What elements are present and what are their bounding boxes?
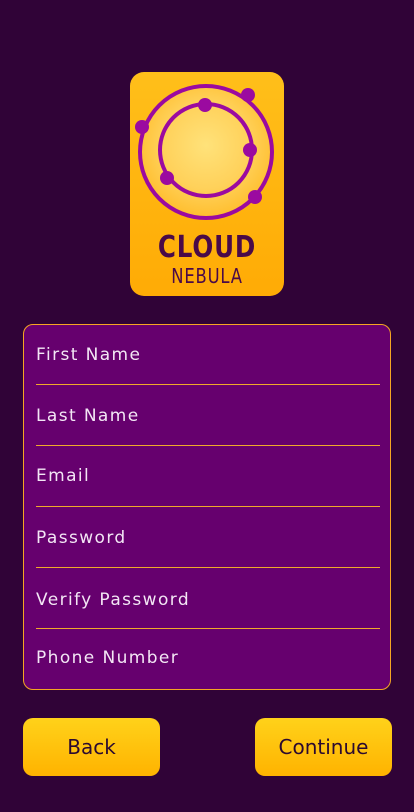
field-divider	[36, 567, 380, 568]
password-label: Password	[36, 528, 127, 548]
logo-text-nebula: NEBULA	[171, 264, 243, 288]
last-name-field[interactable]: Last Name	[36, 406, 380, 436]
field-divider	[36, 384, 380, 385]
password-field[interactable]: Password	[36, 528, 380, 558]
field-divider	[36, 445, 380, 446]
email-field[interactable]: Email	[36, 466, 380, 496]
last-name-label: Last Name	[36, 406, 140, 426]
back-button[interactable]: Back	[23, 718, 160, 776]
phone-number-label: Phone Number	[36, 648, 180, 668]
app-logo: CLOUD NEBULA	[130, 72, 284, 296]
first-name-label: First Name	[36, 345, 142, 365]
logo-text-cloud: CLOUD	[157, 230, 257, 265]
phone-number-field[interactable]: Phone Number	[36, 648, 380, 678]
email-label: Email	[36, 466, 91, 486]
field-divider	[36, 628, 380, 629]
verify-password-field[interactable]: Verify Password	[36, 590, 380, 620]
verify-password-label: Verify Password	[36, 590, 191, 610]
signup-form: First Name Last Name Email Password Veri…	[23, 324, 391, 690]
field-divider	[36, 506, 380, 507]
first-name-field[interactable]: First Name	[36, 345, 380, 375]
continue-button[interactable]: Continue	[255, 718, 392, 776]
